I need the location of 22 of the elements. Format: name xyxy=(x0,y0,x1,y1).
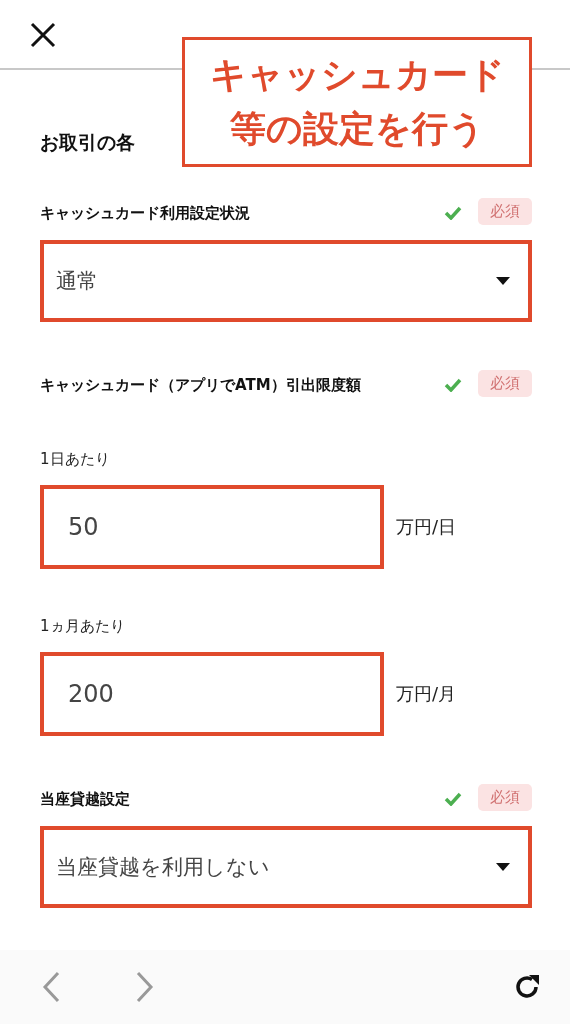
input-field[interactable]: 200 xyxy=(40,652,384,736)
dropdown[interactable]: 通常 xyxy=(40,240,532,322)
field-label: 当座貸越設定 xyxy=(40,789,131,810)
caret-icon xyxy=(496,277,510,285)
required-badge: 必須 xyxy=(478,784,532,811)
required-badge: 必須 xyxy=(478,370,532,397)
section-heading: お取引の各 xyxy=(40,130,135,155)
unit-label: 万円/月 xyxy=(396,682,457,706)
close-button[interactable] xyxy=(28,20,58,50)
field-label: 1日あたり xyxy=(40,450,110,469)
back-icon xyxy=(42,971,60,1003)
required-badge: 必須 xyxy=(478,198,532,225)
field-label: キャッシュカード利用設定状況 xyxy=(40,203,251,224)
caret-icon xyxy=(496,863,510,871)
close-icon xyxy=(29,21,57,49)
forward-icon xyxy=(136,971,154,1003)
unit-label: 万円/日 xyxy=(396,515,457,539)
dropdown[interactable]: 当座貸越を利用しない xyxy=(40,826,532,908)
annotation-callout: キャッシュカード 等の設定を行う xyxy=(182,37,532,167)
field-label: キャッシュカード（アプリでATM）引出限度額 xyxy=(40,375,362,396)
input-field[interactable]: 50 xyxy=(40,485,384,569)
field-label: 1ヵ月あたり xyxy=(40,617,125,636)
